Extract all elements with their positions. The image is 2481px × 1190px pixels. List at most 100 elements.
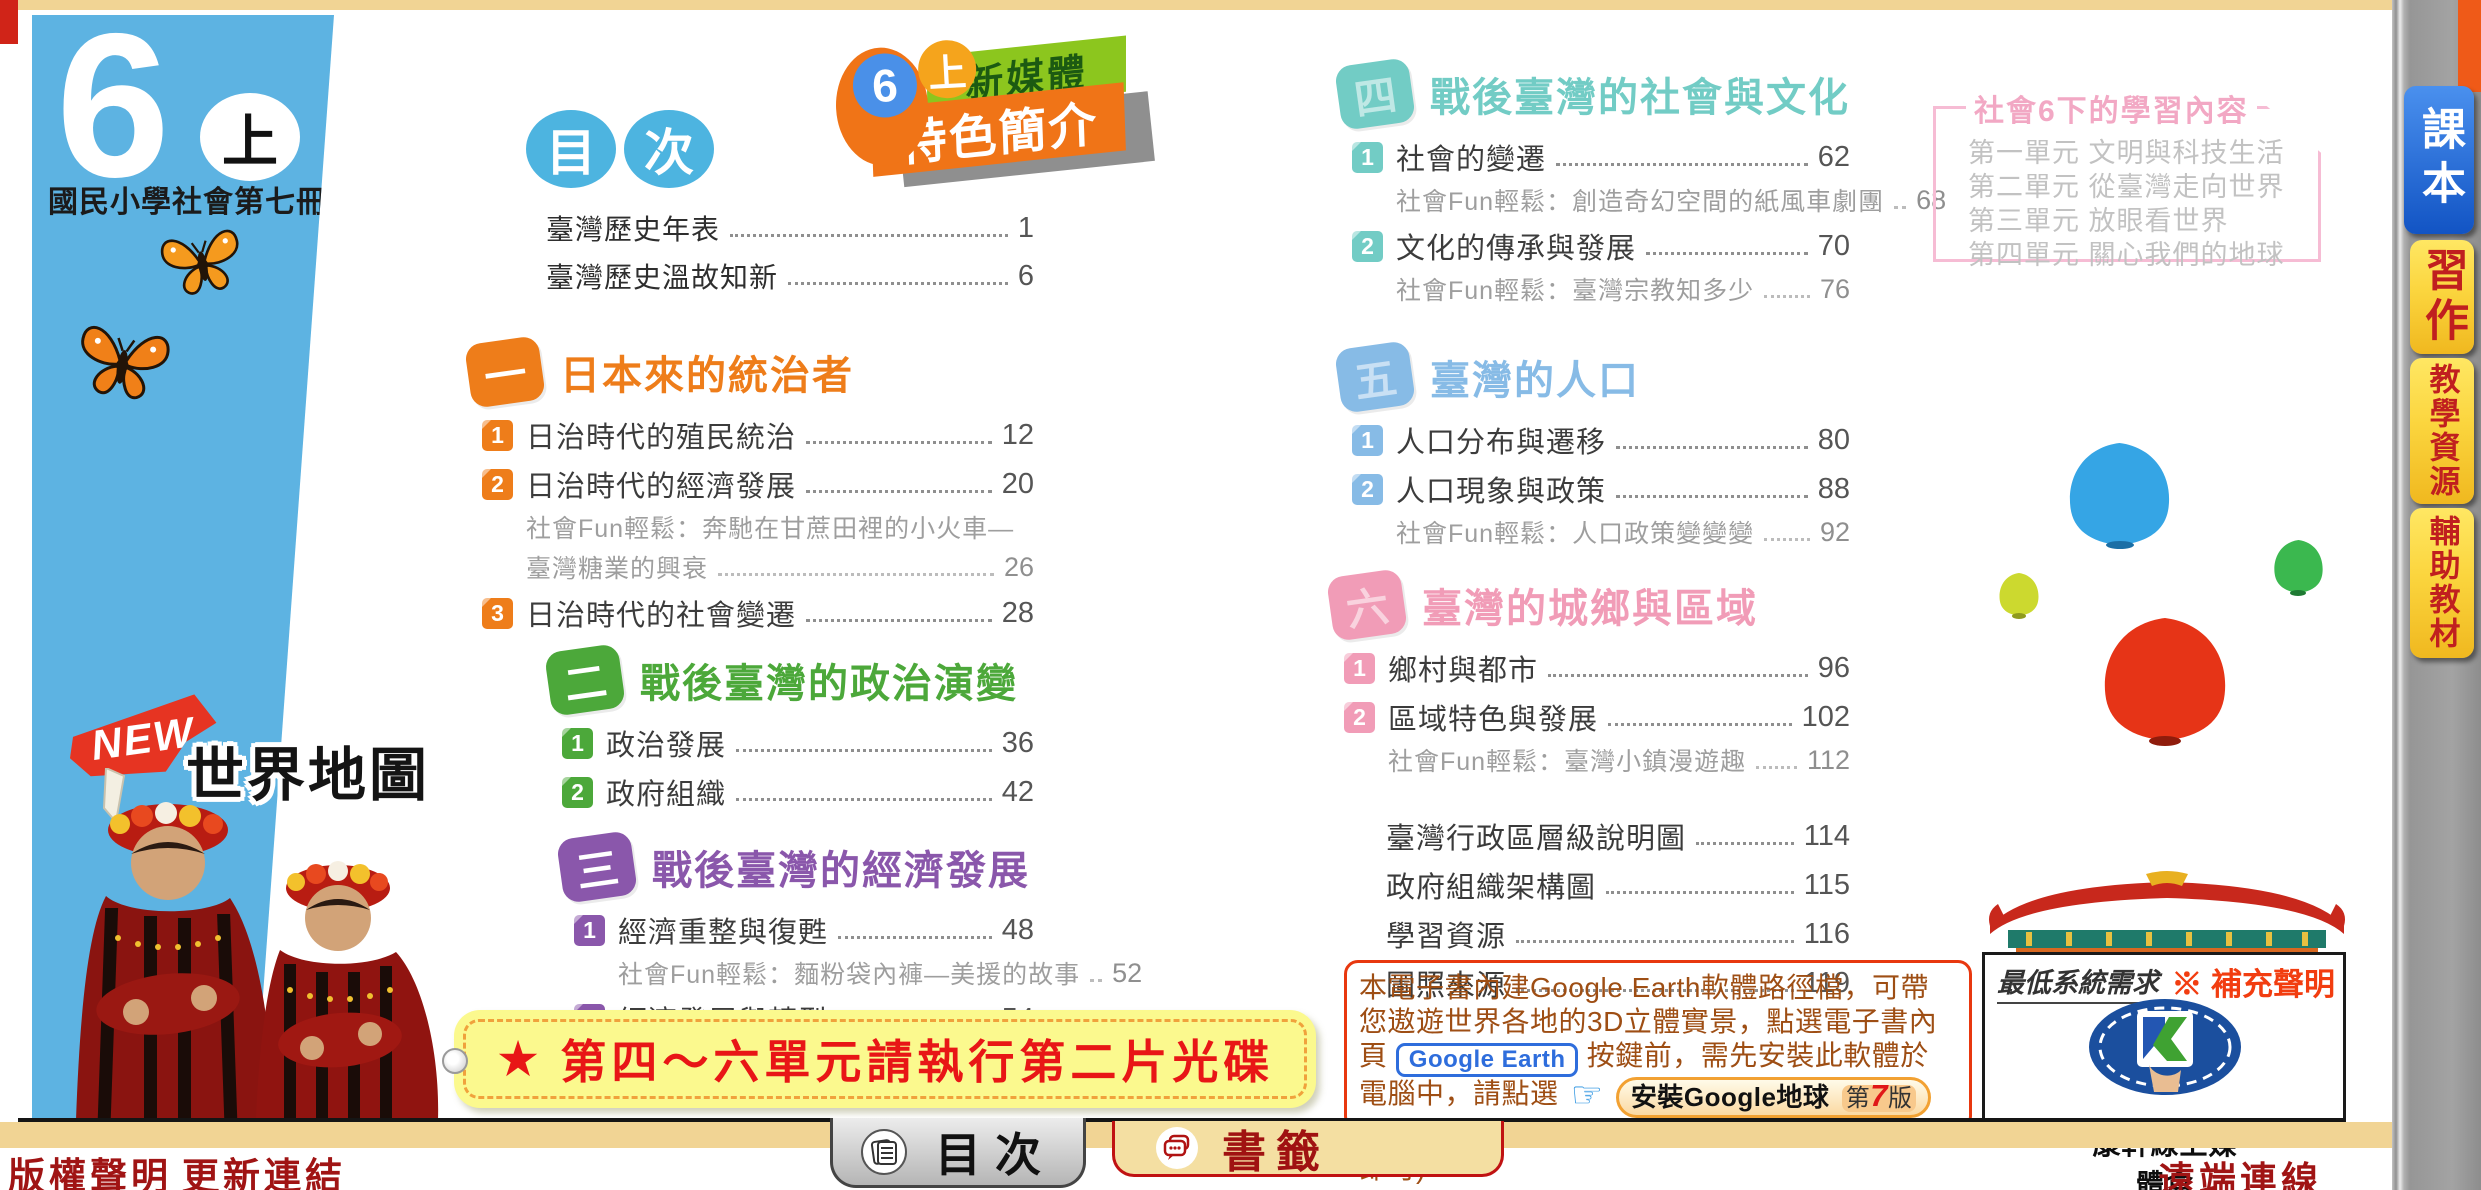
side-tab-workbook[interactable]: 習作 [2410,240,2474,354]
item-label: 社會Fun輕鬆：臺灣宗教知多少 [1396,271,1754,307]
side-tab-supplementary-materials[interactable]: 輔助教材 [2410,508,2474,658]
dot-leader [1696,842,1794,845]
toc-item[interactable]: 2區域特色與發展102 [1344,696,1850,738]
toc-item[interactable]: 2人口現象與政策88 [1352,468,1850,510]
item-page-number: 102 [1802,701,1850,734]
toc-subitem[interactable]: 社會Fun輕鬆：臺灣小鎮漫遊趣112 [1388,742,1850,778]
install-google-earth-button[interactable]: 安裝Google地球 第7版 [1616,1077,1932,1118]
unit-heading[interactable]: 一日本來的統治者 [468,340,1034,404]
disc-notice-banner: ★ 第四～六單元請執行第二片光碟 [454,1010,1316,1108]
item-label: 臺灣歷史年表 [546,208,720,248]
copyright-link[interactable]: 版權聲明 [8,1146,172,1190]
item-label: 政治發展 [606,722,726,764]
toc-item[interactable]: 1政治發展36 [562,722,1034,764]
unit-heading[interactable]: 三戰後臺灣的經濟發展 [560,835,1034,899]
item-number-badge: 2 [562,777,593,808]
toc-item[interactable]: 政府組織架構圖115 [1386,864,1850,906]
item-number-badge: 2 [1352,474,1383,505]
item-label: 臺灣歷史溫故知新 [546,256,778,296]
side-tab-teaching-resources[interactable]: 教學資源 [2410,358,2474,504]
google-earth-button[interactable]: Google Earth [1396,1043,1579,1077]
unit-heading[interactable]: 四戰後臺灣的社會與文化 [1338,62,1850,126]
item-page-number: 26 [1004,552,1034,583]
dot-leader [806,619,992,622]
item-label: 人口分布與遷移 [1396,419,1606,461]
toc-subitem[interactable]: 臺灣糖業的興衰26 [526,549,1034,585]
toc-item[interactable]: 臺灣歷史溫故知新 6 [546,256,1034,296]
toc-title-circle: 次 [624,110,714,188]
dot-leader [1556,163,1808,166]
toc-item[interactable]: 1社會的變遷62 [1352,136,1850,178]
item-page-number: 76 [1820,274,1850,305]
item-page-number: 92 [1820,517,1850,548]
dot-leader [736,798,992,801]
dot-leader [1090,979,1102,982]
unit-number-icon: 五 [1334,340,1416,414]
butterfly-icon [66,308,179,415]
toc-tab[interactable]: 目次 [830,1118,1086,1188]
toc-item[interactable]: 2日治時代的經濟發展20 [482,463,1034,505]
toc-item[interactable]: 臺灣歷史年表1 [546,208,1034,248]
bookmark-tab[interactable]: 書籤 [1112,1121,1504,1177]
item-page-number: 70 [1818,230,1850,263]
item-page-number: 112 [1807,745,1850,776]
item-label: 社會Fun輕鬆：創造奇幻空間的紙風車劇團 [1396,182,1884,218]
toc-item[interactable]: 3日治時代的社會變遷28 [482,592,1034,634]
remote-connection-link[interactable]: 遠端連線 [2158,1150,2322,1190]
item-page-number: 80 [1818,424,1850,457]
item-page-number: 52 [1112,958,1142,989]
next-volume-item: 第二單元 從臺灣走向世界 [1968,170,2285,204]
toc-subitem[interactable]: 社會Fun輕鬆：創造奇幻空間的紙風車劇團68 [1396,182,1850,218]
unit-title: 戰後臺灣的政治演變 [640,651,1018,709]
front-matter-list: 臺灣歷史年表1 臺灣歷史溫故知新 6 [546,200,1034,296]
toc-item[interactable]: 臺灣行政區層級說明圖 114 [1386,815,1850,857]
dot-leader [1894,206,1906,209]
toc-item[interactable]: 1經濟重整與復甦48 [574,909,1034,951]
item-number-badge: 2 [1352,231,1383,262]
feature-intro-button[interactable]: 新媒體 特色簡介 6 上 [837,28,1144,178]
item-label: 鄉村與都市 [1388,647,1538,689]
toc-item[interactable]: 2政府組織42 [562,771,1034,813]
item-page-number: 12 [1002,419,1034,452]
unit-heading[interactable]: 二戰後臺灣的政治演變 [548,648,1034,712]
item-label: 政府組織架構圖 [1386,864,1596,906]
toc-subitem[interactable]: 社會Fun輕鬆：人口政策變變變92 [1396,514,1850,550]
toc-subitem[interactable]: 社會Fun輕鬆：奔馳在甘蔗田裡的小火車— [526,509,1034,545]
item-number-badge: 1 [482,420,513,451]
unit-block: 五臺灣的人口1人口分布與遷移802人口現象與政策88社會Fun輕鬆：人口政策變變… [1338,345,1850,550]
item-number-badge: 2 [1344,702,1375,733]
unit-block: 二戰後臺灣的政治演變1政治發展362政府組織42 [548,648,1034,813]
item-page-number: 6 [1018,260,1034,293]
toc-item[interactable]: 2 文化的傳承與發展 70 [1352,225,1850,267]
toc-item[interactable]: 1日治時代的殖民統治12 [482,414,1034,456]
toc-subitem[interactable]: 社會Fun輕鬆：臺灣宗教知多少 76 [1396,271,1850,307]
dot-leader [730,234,1008,237]
semester-oval: 上 [200,93,300,181]
star-icon: ★ [496,1030,541,1088]
item-number-badge: 2 [482,469,513,500]
toc-item[interactable]: 學習資源116 [1386,913,1850,955]
item-label: 學習資源 [1386,913,1506,955]
side-tab-textbook[interactable]: 課本 [2404,86,2474,234]
pointer-hand-icon: ☞ [1567,1074,1608,1115]
update-link[interactable]: 更新連結 [182,1146,346,1190]
kangxuan-logo[interactable]: 康軒線上媒體盒 [2085,995,2245,1115]
unit-number-icon: 二 [544,643,626,717]
unit-heading[interactable]: 六臺灣的城鄉與區域 [1330,573,1850,637]
item-label: 臺灣行政區層級說明圖 [1386,815,1686,857]
item-page-number: 28 [1002,597,1034,630]
unit-number-icon: 三 [556,830,638,904]
unit-block: 四戰後臺灣的社會與文化 1社會的變遷62 社會Fun輕鬆：創造奇幻空間的紙風車劇團6… [1338,62,1850,307]
bookmark-bubble-icon [1156,1127,1198,1169]
item-page-number: 114 [1804,820,1850,853]
dot-leader [1616,446,1808,449]
toc-subitem[interactable]: 社會Fun輕鬆：麵粉袋內褲—美援的故事52 [618,955,1034,991]
toc-item[interactable]: 1鄉村與都市96 [1344,647,1850,689]
item-page-number: 36 [1002,727,1034,760]
item-label: 社會Fun輕鬆：奔馳在甘蔗田裡的小火車— [526,509,1014,545]
unit-heading[interactable]: 五臺灣的人口 [1338,345,1850,409]
toc-item[interactable]: 1人口分布與遷移80 [1352,419,1850,461]
item-label: 文化的傳承與發展 [1396,225,1636,267]
next-volume-title: 社會6下的學習內容 [1966,86,2257,130]
lantern-illustration [1953,418,2358,753]
